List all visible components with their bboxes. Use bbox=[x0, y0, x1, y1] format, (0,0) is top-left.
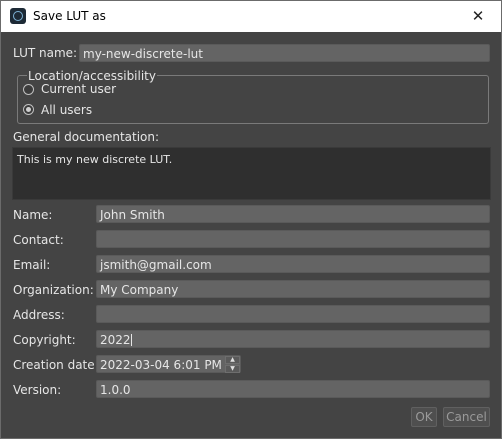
contact-input[interactable] bbox=[96, 230, 490, 248]
app-icon bbox=[10, 8, 26, 24]
window-title: Save LUT as bbox=[33, 9, 106, 23]
name-input[interactable]: John Smith bbox=[96, 205, 490, 223]
version-input[interactable]: 1.0.0 bbox=[96, 380, 490, 398]
organization-input[interactable]: My Company bbox=[96, 280, 490, 298]
address-input[interactable] bbox=[96, 305, 490, 323]
location-group-title: Location/accessibility bbox=[27, 69, 157, 83]
title-bar: Save LUT as ✕ bbox=[1, 1, 501, 32]
close-icon[interactable]: ✕ bbox=[455, 1, 501, 32]
spin-up-icon[interactable]: ▲ bbox=[225, 356, 240, 364]
version-label: Version: bbox=[13, 383, 62, 397]
creation-date-input[interactable]: 2022-03-04 6:01 PM bbox=[96, 355, 241, 373]
copyright-label: Copyright: bbox=[13, 333, 76, 347]
contact-label: Contact: bbox=[13, 233, 64, 247]
all-users-radio[interactable] bbox=[23, 104, 34, 115]
current-user-label[interactable]: Current user bbox=[41, 82, 116, 96]
address-label: Address: bbox=[13, 308, 65, 322]
date-spinbox-buttons: ▲ ▼ bbox=[225, 356, 240, 373]
organization-label: Organization: bbox=[13, 283, 94, 297]
spin-down-icon[interactable]: ▼ bbox=[225, 365, 240, 373]
copyright-value: 2022 bbox=[100, 333, 131, 347]
documentation-textarea[interactable]: This is my new discrete LUT. bbox=[12, 147, 491, 200]
lut-name-label: LUT name: bbox=[13, 46, 78, 60]
cancel-button[interactable]: Cancel bbox=[443, 407, 490, 427]
email-label: Email: bbox=[13, 258, 51, 272]
all-users-label[interactable]: All users bbox=[41, 103, 92, 117]
text-cursor bbox=[130, 334, 132, 346]
email-input[interactable]: jsmith@gmail.com bbox=[96, 255, 490, 273]
documentation-label: General documentation: bbox=[13, 130, 160, 144]
ok-button[interactable]: OK bbox=[411, 407, 437, 427]
creation-date-label: Creation date: bbox=[13, 358, 99, 372]
name-label: Name: bbox=[13, 208, 53, 222]
current-user-radio[interactable] bbox=[23, 84, 34, 95]
copyright-input[interactable]: 2022 bbox=[96, 330, 490, 348]
dialog-content: LUT name: my-new-discrete-lut Location/a… bbox=[1, 32, 501, 438]
lut-name-input[interactable]: my-new-discrete-lut bbox=[79, 44, 490, 62]
save-lut-dialog: Save LUT as ✕ LUT name: my-new-discrete-… bbox=[0, 0, 502, 439]
